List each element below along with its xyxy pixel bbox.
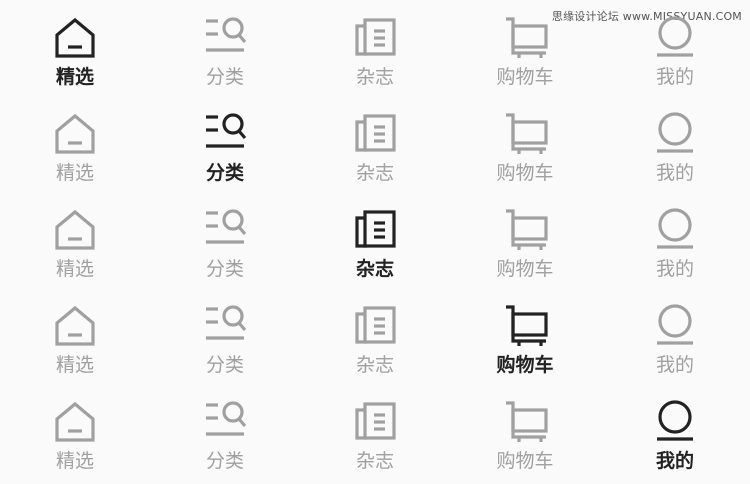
- tab-featured[interactable]: 精选: [0, 388, 150, 484]
- tab-label: 精选: [55, 66, 94, 88]
- tab-magazine[interactable]: 杂志: [300, 196, 450, 292]
- tab-category[interactable]: 分类: [150, 388, 300, 484]
- home-icon: [55, 306, 95, 346]
- tab-cart[interactable]: 购物车: [450, 388, 600, 484]
- tab-mine[interactable]: 我的: [600, 292, 750, 388]
- tab-label: 杂志: [355, 354, 394, 376]
- tab-featured[interactable]: 精选: [0, 196, 150, 292]
- tab-cart[interactable]: 购物车: [450, 292, 600, 388]
- tab-label: 我的: [655, 258, 694, 280]
- tab-featured[interactable]: 精选: [0, 4, 150, 100]
- cart-icon: [504, 401, 548, 444]
- tab-category[interactable]: 分类: [150, 4, 300, 100]
- tab-label: 购物车: [496, 66, 554, 88]
- tab-label: 精选: [55, 450, 94, 472]
- magazine-icon: [355, 114, 396, 152]
- category-search-icon: [204, 209, 247, 244]
- magazine-icon: [355, 306, 396, 344]
- profile-icon: [655, 16, 695, 57]
- tab-bar-row: 精选 分类 杂志 购物车 我的: [0, 4, 750, 100]
- profile-icon: [655, 304, 695, 345]
- tab-mine[interactable]: 我的: [600, 196, 750, 292]
- tab-cart[interactable]: 购物车: [450, 196, 600, 292]
- magazine-icon: [355, 402, 396, 440]
- tab-label: 杂志: [355, 66, 394, 88]
- tab-cart[interactable]: 购物车: [450, 100, 600, 196]
- home-icon: [55, 210, 95, 250]
- tab-featured[interactable]: 精选: [0, 100, 150, 196]
- tab-label: 购物车: [496, 258, 554, 280]
- profile-icon: [655, 400, 695, 441]
- tab-label: 分类: [205, 66, 244, 88]
- tab-magazine[interactable]: 杂志: [300, 292, 450, 388]
- home-icon: [55, 402, 95, 442]
- home-icon: [55, 114, 95, 154]
- profile-icon: [655, 112, 695, 153]
- tab-label: 我的: [655, 162, 694, 184]
- tab-label: 我的: [655, 66, 694, 88]
- tab-label: 分类: [205, 162, 244, 184]
- tab-magazine[interactable]: 杂志: [300, 388, 450, 484]
- cart-icon: [504, 305, 548, 348]
- category-search-icon: [204, 401, 247, 436]
- tab-label: 精选: [55, 354, 94, 376]
- profile-icon: [655, 208, 695, 249]
- category-search-icon: [204, 113, 247, 148]
- tab-magazine[interactable]: 杂志: [300, 4, 450, 100]
- tab-mine[interactable]: 我的: [600, 388, 750, 484]
- cart-icon: [504, 113, 548, 156]
- tab-label: 购物车: [496, 450, 554, 472]
- tab-label: 购物车: [496, 354, 554, 376]
- tab-label: 分类: [205, 354, 244, 376]
- tab-cart[interactable]: 购物车: [450, 4, 600, 100]
- tab-mine[interactable]: 我的: [600, 4, 750, 100]
- tab-category[interactable]: 分类: [150, 292, 300, 388]
- magazine-icon: [355, 210, 396, 248]
- tab-magazine[interactable]: 杂志: [300, 100, 450, 196]
- cart-icon: [504, 17, 548, 60]
- tab-label: 我的: [655, 450, 694, 472]
- tab-featured[interactable]: 精选: [0, 292, 150, 388]
- tab-label: 杂志: [355, 258, 394, 280]
- tab-category[interactable]: 分类: [150, 100, 300, 196]
- tab-label: 分类: [205, 258, 244, 280]
- tab-label: 我的: [655, 354, 694, 376]
- tab-bar-row: 精选 分类 杂志 购物车 我的: [0, 388, 750, 484]
- home-icon: [55, 18, 95, 58]
- category-search-icon: [204, 17, 247, 52]
- tab-label: 购物车: [496, 162, 554, 184]
- tab-label: 分类: [205, 450, 244, 472]
- magazine-icon: [355, 18, 396, 56]
- tab-bar-row: 精选 分类 杂志 购物车 我的: [0, 292, 750, 388]
- category-search-icon: [204, 305, 247, 340]
- tab-label: 精选: [55, 162, 94, 184]
- tab-bar-row: 精选 分类 杂志 购物车 我的: [0, 100, 750, 196]
- tab-mine[interactable]: 我的: [600, 100, 750, 196]
- cart-icon: [504, 209, 548, 252]
- tab-label: 精选: [55, 258, 94, 280]
- tab-label: 杂志: [355, 450, 394, 472]
- tab-bar-row: 精选 分类 杂志 购物车 我的: [0, 196, 750, 292]
- tab-category[interactable]: 分类: [150, 196, 300, 292]
- tab-label: 杂志: [355, 162, 394, 184]
